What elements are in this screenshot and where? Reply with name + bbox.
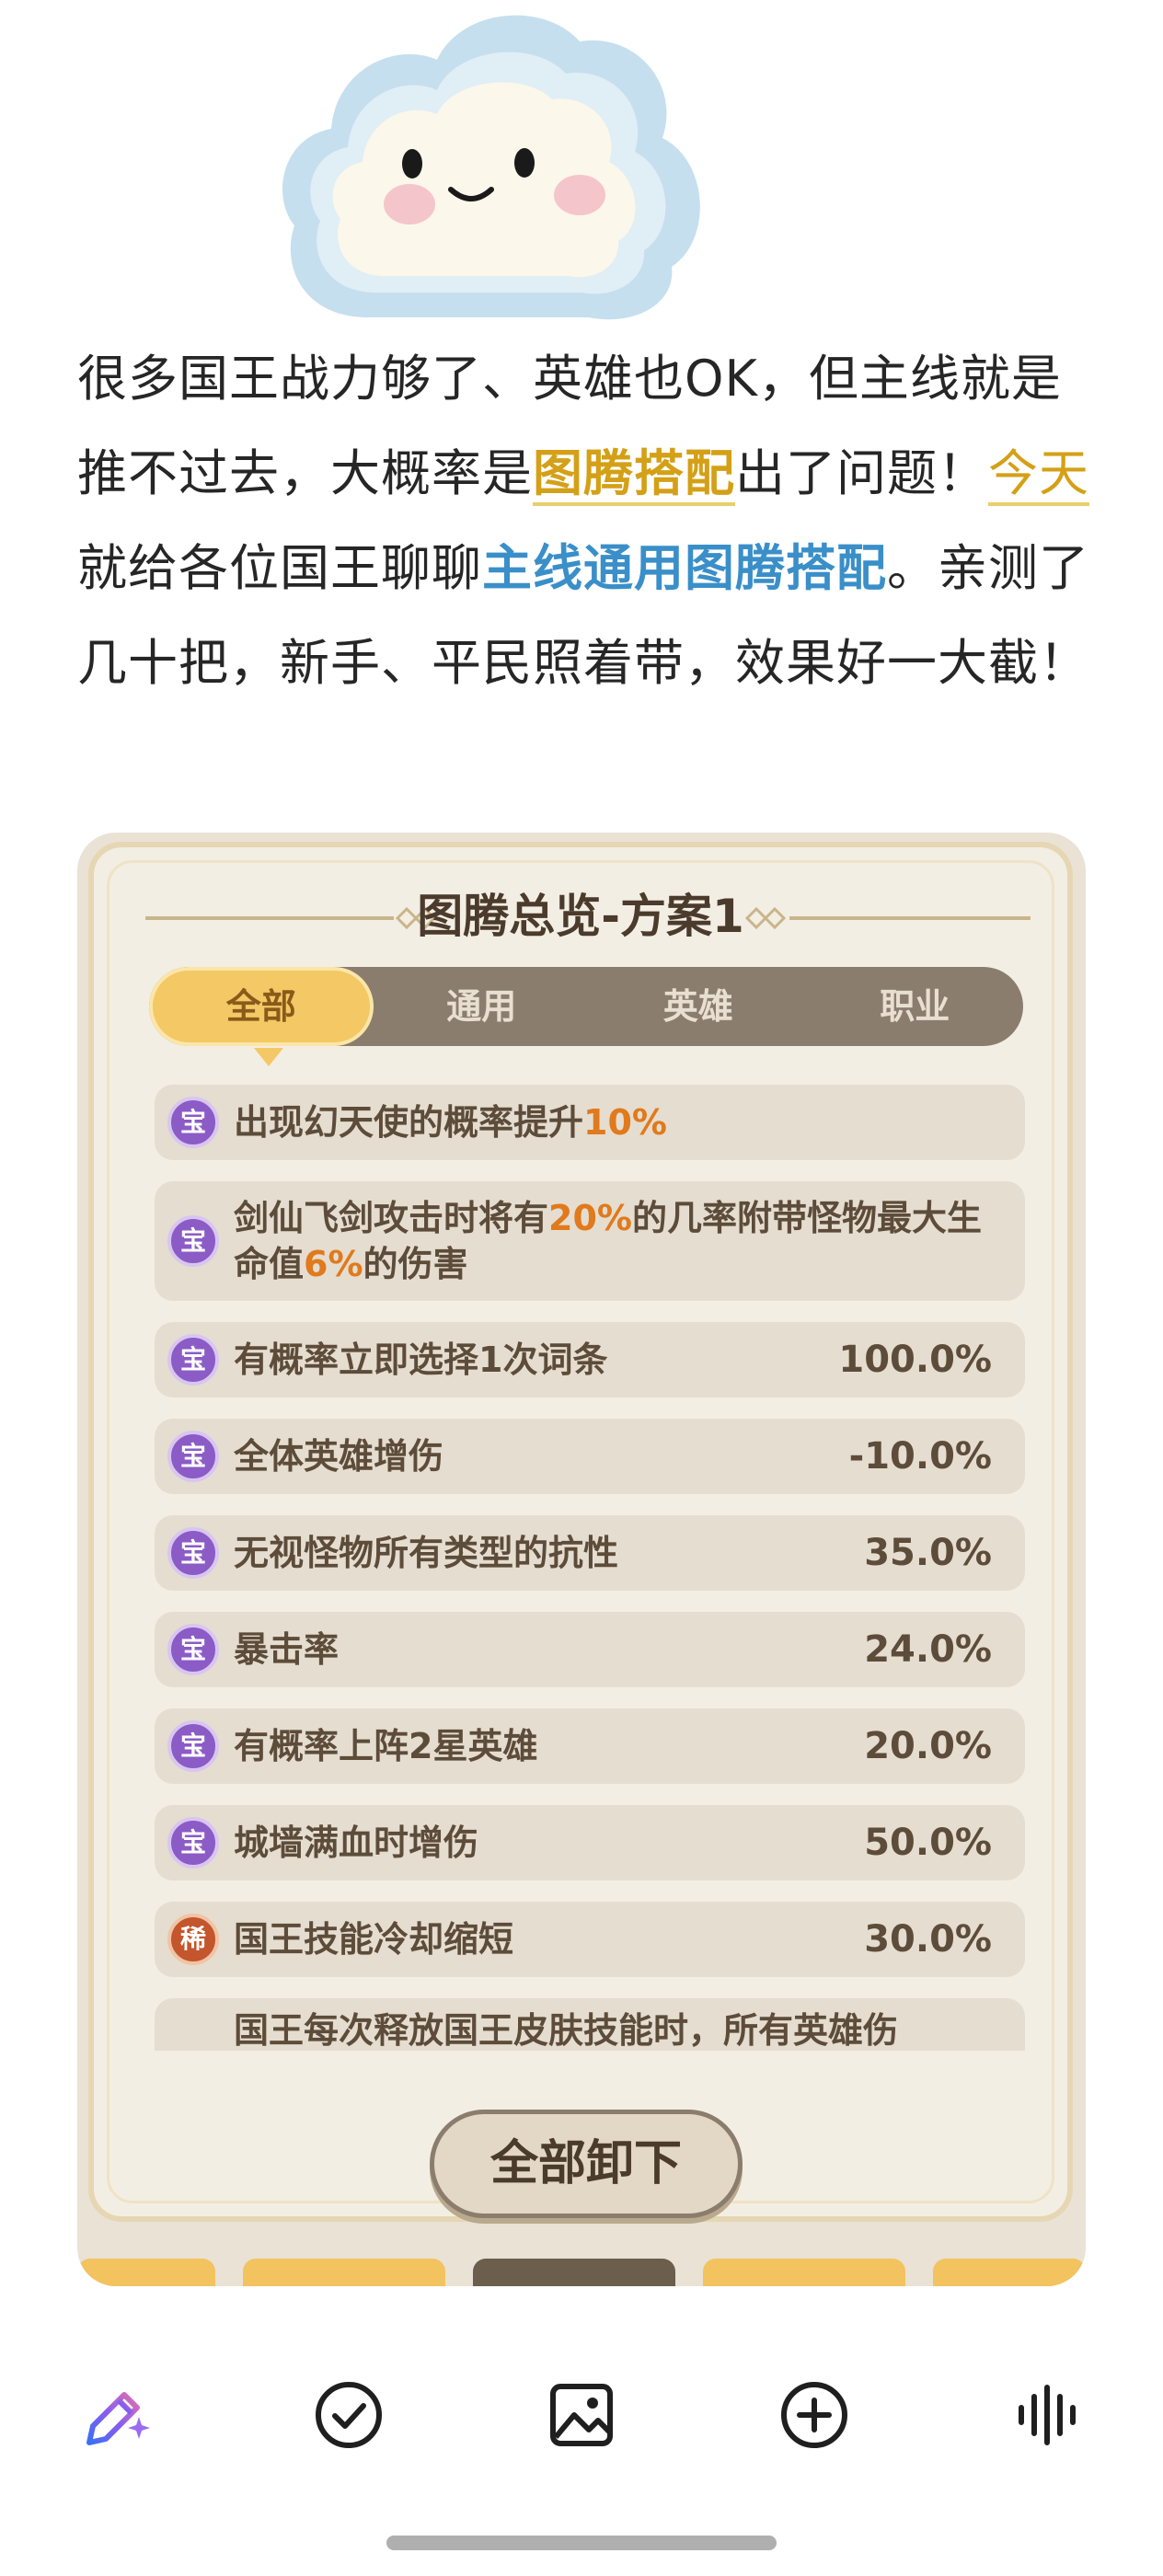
- article-text-2: 出了问题！: [735, 444, 988, 502]
- highlight-mainline-totem: 主线通用图腾搭配: [482, 539, 887, 597]
- treasure-badge-icon: 宝: [167, 1817, 219, 1869]
- effect-value: 35.0%: [864, 1532, 992, 1574]
- unload-all-button[interactable]: 全部卸下: [430, 2110, 743, 2218]
- tab-class[interactable]: 职业: [807, 967, 1024, 1046]
- tab-hero[interactable]: 英雄: [590, 967, 807, 1046]
- effect-text: 出现幻天使的概率提升10%: [234, 1102, 667, 1143]
- effect-value: 24.0%: [864, 1628, 992, 1671]
- effect-text: 有概率立即选择1次词条: [234, 1340, 608, 1380]
- treasure-badge-icon: 宝: [167, 1097, 219, 1148]
- list-item: 宝 暴击率 24.0%: [155, 1612, 1025, 1687]
- title-divider-right: [789, 916, 1031, 920]
- treasure-badge-icon: 宝: [167, 1624, 219, 1675]
- list-item: 宝 无视怪物所有类型的抗性 35.0%: [155, 1515, 1025, 1591]
- check-circle-icon[interactable]: [298, 2364, 399, 2466]
- bottom-toolbar: [0, 2364, 1163, 2466]
- tab-all[interactable]: 全部: [149, 967, 374, 1066]
- cloud-illustration: [267, 0, 718, 327]
- effect-value: 50.0%: [864, 1822, 992, 1864]
- list-item: 宝 剑仙飞剑攻击时将有20%的几率附带怪物最大生命值6%的伤害: [155, 1181, 1025, 1301]
- highlight-totem-combo: 图腾搭配: [533, 444, 735, 506]
- effect-value: 30.0%: [864, 1918, 992, 1961]
- totem-overview-panel: 图腾总览-方案1 全部 通用 英雄 职业 宝 出现幻天使的概率提升10% 宝 剑…: [88, 842, 1073, 2222]
- list-item: 稀 国王技能冷却缩短 30.0%: [155, 1902, 1025, 1977]
- effect-text: 国王技能冷却缩短: [234, 1919, 514, 1960]
- article-text-3: 就给各位国王聊聊: [77, 539, 482, 597]
- list-item: 宝 出现幻天使的概率提升10%: [155, 1085, 1025, 1160]
- treasure-badge-icon: 宝: [167, 1431, 219, 1482]
- treasure-badge-icon: 宝: [167, 1720, 219, 1772]
- article-paragraph: 很多国王战力够了、英雄也OK，但主线就是推不过去，大概率是图腾搭配出了问题！今天…: [77, 331, 1089, 710]
- effect-value: 20.0%: [864, 1725, 992, 1767]
- effect-text: 无视怪物所有类型的抗性: [234, 1533, 619, 1573]
- effect-text: 全体英雄增伤: [234, 1436, 444, 1477]
- bottom-tab-strip: [77, 2249, 1086, 2286]
- effect-text: 城墙满血时增伤: [234, 1823, 479, 1863]
- list-item: 宝 有概率上阵2星英雄 20.0%: [155, 1708, 1025, 1784]
- diamond-ornament-icon: [744, 906, 787, 930]
- ai-pen-icon[interactable]: [66, 2364, 167, 2466]
- treasure-badge-icon: 宝: [167, 1334, 219, 1386]
- today-link[interactable]: 今天: [988, 444, 1089, 506]
- effect-text: 暴击率: [234, 1629, 340, 1670]
- treasure-badge-icon: 宝: [167, 1215, 219, 1267]
- title-row: 图腾总览-方案1: [94, 880, 1067, 953]
- category-tabs: 全部 通用 英雄 职业: [149, 967, 1024, 1066]
- tab-general[interactable]: 通用: [374, 967, 591, 1046]
- game-screenshot: 图腾总览-方案1 全部 通用 英雄 职业 宝 出现幻天使的概率提升10% 宝 剑…: [77, 833, 1086, 2286]
- list-item: 宝 全体英雄增伤 -10.0%: [155, 1419, 1025, 1494]
- home-indicator[interactable]: [386, 2536, 777, 2550]
- totem-effect-list[interactable]: 宝 出现幻天使的概率提升10% 宝 剑仙飞剑攻击时将有20%的几率附带怪物最大生…: [155, 1085, 1025, 2051]
- image-icon[interactable]: [531, 2364, 632, 2466]
- effect-text: 有概率上阵2星英雄: [234, 1726, 538, 1766]
- treasure-badge-icon: 宝: [167, 1527, 219, 1579]
- add-circle-icon[interactable]: [764, 2364, 865, 2466]
- effect-value: -10.0%: [848, 1435, 992, 1478]
- rare-badge-icon: 稀: [167, 1914, 219, 1965]
- effect-text: 剑仙飞剑攻击时将有20%的几率附带怪物最大生命值6%的伤害: [234, 1198, 982, 1284]
- effect-value: 100.0%: [838, 1339, 992, 1381]
- list-item: 国王每次释放国王皮肤技能时，所有英雄伤: [155, 1998, 1025, 2051]
- voice-wave-icon[interactable]: [996, 2364, 1098, 2466]
- effect-text: 国王每次释放国王皮肤技能时，所有英雄伤: [234, 2010, 899, 2051]
- list-item: 宝 有概率立即选择1次词条 100.0%: [155, 1322, 1025, 1397]
- list-item: 宝 城墙满血时增伤 50.0%: [155, 1805, 1025, 1880]
